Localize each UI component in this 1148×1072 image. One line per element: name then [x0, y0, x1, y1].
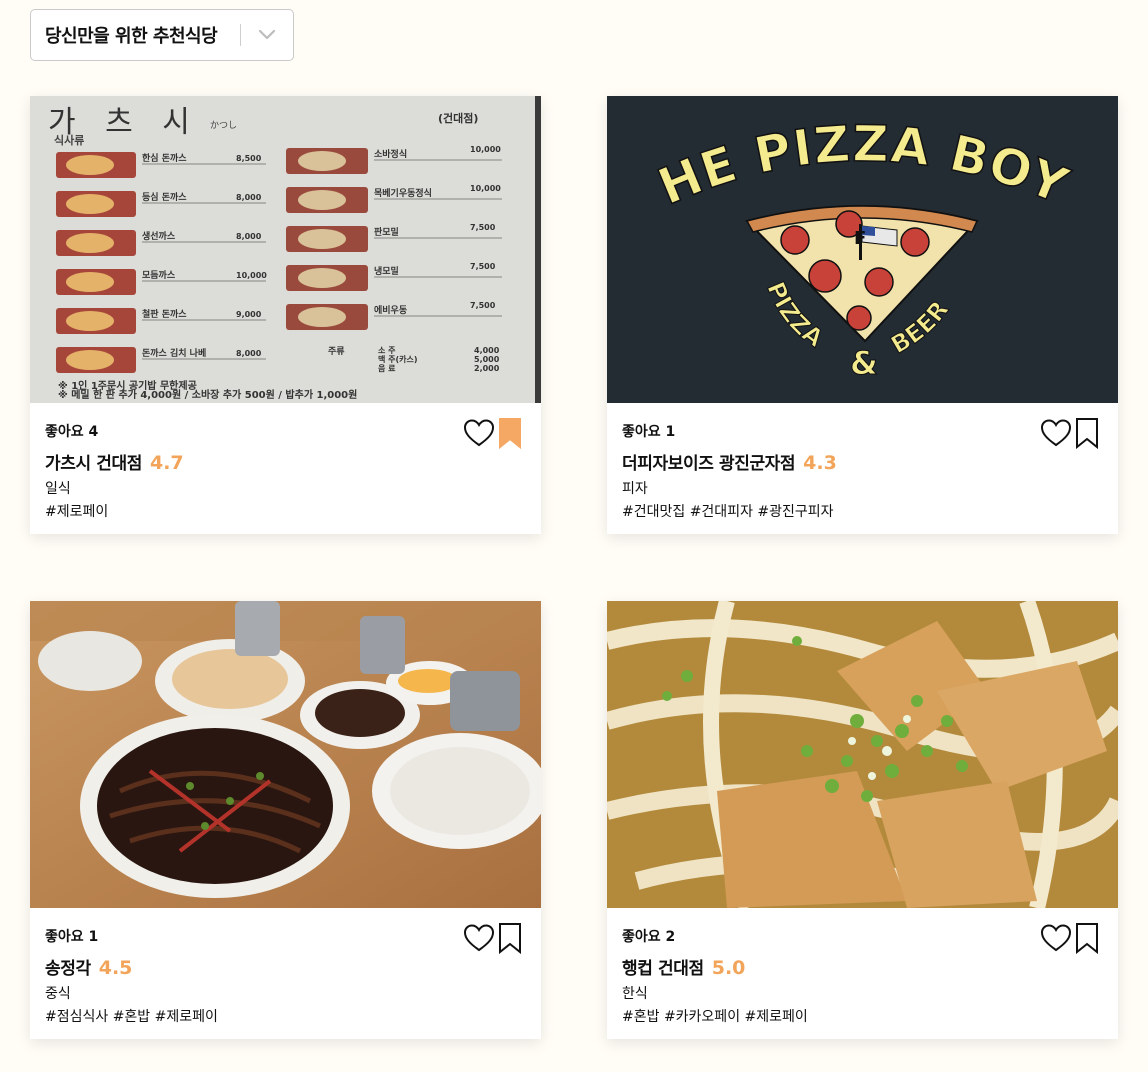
restaurant-card[interactable]: 좋아요 1 송정각 4.5 중식 #점심식사 #혼밥 #제로페이: [30, 601, 541, 1039]
menu-item-price: 8,000: [236, 232, 262, 241]
menu-item-name: 판모밀: [374, 226, 399, 238]
title-row: 송정각 4.5: [45, 954, 132, 979]
menu-drink-price: 4,000: [474, 346, 500, 355]
menu-item-name: 냉모밀: [374, 265, 399, 277]
menu-item-name: 소바정식: [374, 148, 407, 160]
menu-branch: (건대점): [438, 111, 478, 125]
like-count: 좋아요 4: [45, 424, 99, 440]
udon-food-photo[interactable]: [607, 601, 1118, 908]
bookmark-icon[interactable]: [1074, 922, 1100, 958]
bookmark-icon[interactable]: [1074, 417, 1100, 453]
menu-footer-2: ※ 메밀 한 판 추가 4,000원 / 소바장 추가 500원 / 밥추가 1…: [58, 388, 357, 401]
menu-item-price: 10,000: [470, 145, 501, 154]
title-row: 가츠시 건대점 4.7: [45, 449, 184, 474]
restaurant-card[interactable]: THE PIZZA BOYZ F PIZZA BEER & 좋아요 1: [607, 96, 1118, 534]
jjajang-food-photo[interactable]: [30, 601, 541, 908]
bookmark-icon[interactable]: [497, 922, 523, 958]
title-row: 행컵 건대점 5.0: [622, 954, 745, 979]
pizza-logo[interactable]: THE PIZZA BOYZ F PIZZA BEER &: [607, 96, 1118, 403]
menu-item-name: 에비우동: [374, 304, 407, 316]
filter-label: 당신만을 위한 추천식당: [45, 26, 218, 47]
recommend-filter-dropdown[interactable]: 당신만을 위한 추천식당: [30, 9, 294, 61]
menu-section: 식사류: [54, 133, 84, 147]
heart-icon[interactable]: [1040, 418, 1072, 452]
restaurant-name[interactable]: 행컵 건대점: [622, 954, 704, 979]
restaurant-tags: #혼밥 #카카오페이 #제로페이: [622, 1009, 808, 1025]
menu-drink-name: 소 주: [378, 346, 396, 355]
menu-item-price: 8,000: [236, 349, 262, 358]
menu-item-price: 9,000: [236, 310, 262, 319]
restaurant-tags: #점심식사 #혼밥 #제로페이: [45, 1009, 218, 1025]
menu-drinks-label: 주류: [328, 346, 345, 357]
menu-item-name: 등심 돈까스: [142, 191, 187, 203]
pizza-amp: &: [850, 344, 878, 382]
rating-score: 4.5: [98, 957, 133, 979]
menu-item-price: 10,000: [236, 271, 267, 280]
menu-drink-price: 5,000: [474, 355, 500, 364]
restaurant-tags: #건대맛집 #건대피자 #광진구피자: [622, 504, 834, 520]
like-count: 좋아요 1: [45, 929, 99, 945]
menu-drink-name: 음 료: [378, 363, 396, 373]
menu-item-name: 생선까스: [142, 230, 176, 242]
restaurant-name[interactable]: 가츠시 건대점: [45, 449, 142, 474]
menu-item-price: 8,000: [236, 193, 262, 202]
menu-item-price: 10,000: [470, 184, 501, 193]
restaurant-card[interactable]: 가 츠 시 かつし (건대점) 식사류 한심 돈까스 8,500 등심 돈까스 8,0…: [30, 96, 541, 534]
menu-board-photo[interactable]: 가 츠 시 かつし (건대점) 식사류 한심 돈까스 8,500등심 돈까스 8,0…: [30, 96, 541, 403]
rating-score: 4.7: [149, 452, 184, 474]
like-count: 좋아요 1: [622, 424, 676, 440]
restaurant-category: 한식: [622, 986, 648, 1002]
menu-subtitle: かつし: [210, 120, 237, 131]
menu-drink-price: 2,000: [474, 364, 500, 373]
bookmark-icon[interactable]: [497, 417, 523, 453]
card-actions: [463, 417, 523, 453]
menu-item-name: 목베기우동정식: [374, 187, 432, 199]
card-actions: [463, 922, 523, 958]
restaurant-card[interactable]: 좋아요 2 행컵 건대점 5.0 한식 #혼밥 #카카오페이 #제로페이: [607, 601, 1118, 1039]
restaurant-name[interactable]: 송정각: [45, 954, 91, 979]
restaurant-tags: #제로페이: [45, 504, 109, 520]
heart-icon[interactable]: [463, 418, 495, 452]
restaurant-category: 일식: [45, 481, 71, 497]
menu-drink-name: 맥 주(카스): [378, 354, 418, 364]
menu-item-price: 7,500: [470, 262, 496, 271]
menu-item-name: 모듬까스: [142, 269, 176, 281]
menu-item-name: 돈까스 김치 나베: [142, 347, 206, 359]
restaurant-name[interactable]: 더피자보이즈 광진군자점: [622, 449, 796, 474]
heart-icon[interactable]: [463, 923, 495, 957]
rating-score: 4.3: [803, 452, 837, 474]
card-actions: [1040, 922, 1100, 958]
flag-letter: F: [854, 228, 866, 249]
like-count: 좋아요 2: [622, 929, 676, 945]
title-row: 더피자보이즈 광진군자점 4.3: [622, 449, 837, 474]
chevron-down-icon[interactable]: [241, 29, 293, 41]
menu-item-name: 한심 돈까스: [142, 152, 187, 164]
card-actions: [1040, 417, 1100, 453]
menu-item-price: 7,500: [470, 301, 496, 310]
menu-item-price: 8,500: [236, 154, 262, 163]
restaurant-category: 중식: [45, 986, 71, 1002]
heart-icon[interactable]: [1040, 923, 1072, 957]
menu-item-name: 철판 돈까스: [142, 308, 187, 320]
rating-score: 5.0: [711, 957, 746, 979]
restaurant-category: 피자: [622, 481, 648, 497]
menu-item-price: 7,500: [470, 223, 496, 232]
